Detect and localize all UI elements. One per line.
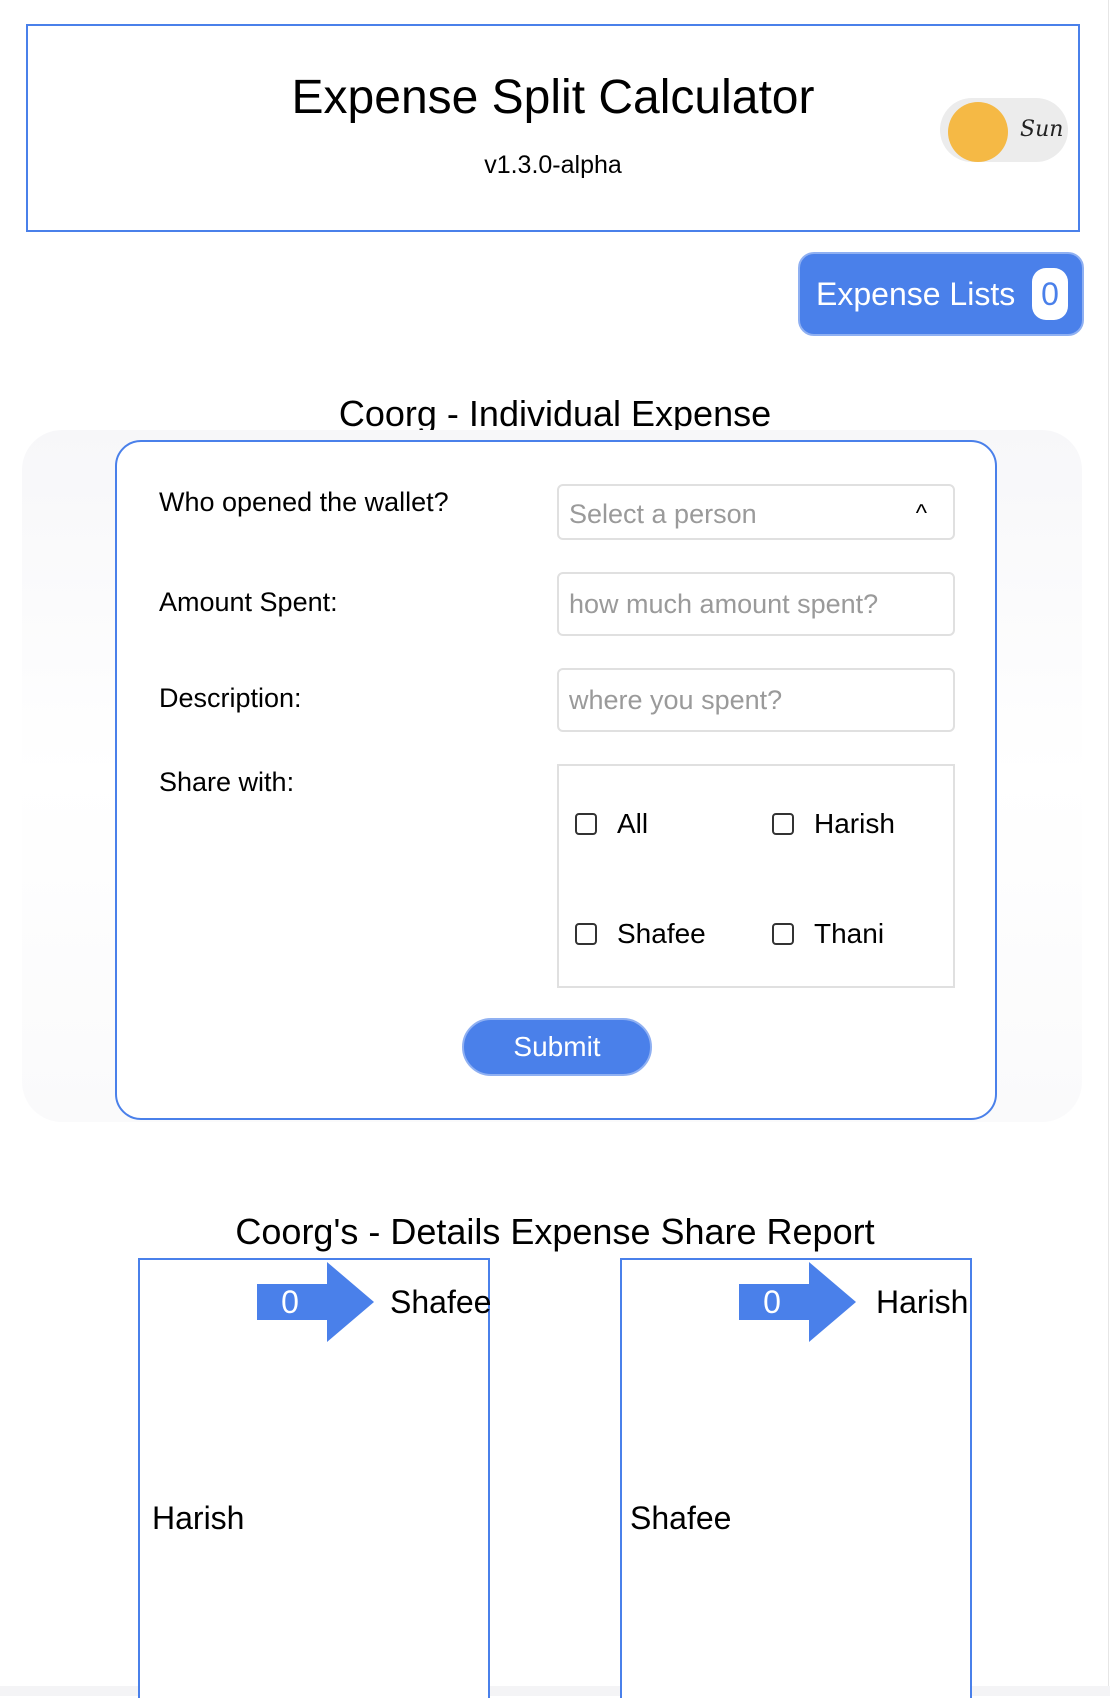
report-amount: 0 [763,1284,781,1320]
report-amount: 0 [281,1284,299,1320]
share-option-label: All [617,808,649,839]
wallet-select[interactable]: Select a person ^ [557,484,955,540]
wallet-select-placeholder: Select a person [569,499,757,529]
sun-icon [948,102,1008,162]
chevron-up-icon: ^ [915,500,927,527]
share-with-group: All Harish Shafee Thani [557,764,955,988]
report-recipient: Harish [876,1284,969,1320]
description-label: Description: [159,683,302,713]
report-payer: Shafee [630,1500,732,1536]
submit-button[interactable]: Submit [462,1018,652,1076]
checkbox-all[interactable] [575,813,597,835]
app-title: Expense Split Calculator [291,71,815,124]
page-edge [1108,0,1109,1696]
share-label: Share with: [159,767,295,797]
report-recipient: Shafee [390,1284,492,1320]
app-version: v1.3.0-alpha [484,151,622,179]
report-title: Coorg's - Details Expense Share Report [235,1211,875,1252]
expense-lists-count-badge: 0 [1032,268,1068,320]
wallet-label: Who opened the wallet? [159,487,449,517]
share-option-label: Harish [814,808,895,839]
checkbox-thani[interactable] [772,923,794,945]
share-option-label: Thani [814,918,885,949]
theme-toggle-label: Sun [1020,117,1064,142]
report-card: 0 Shafee Harish [138,1258,492,1698]
report-payer: Harish [152,1500,245,1536]
app-header: Expense Split Calculator v1.3.0-alpha Su… [26,24,1080,232]
amount-input[interactable] [557,572,955,636]
description-input[interactable] [557,668,955,732]
checkbox-shafee[interactable] [575,923,597,945]
amount-label: Amount Spent: [159,587,338,617]
expense-form: Who opened the wallet? Select a person ^… [115,440,997,1120]
expense-lists-label: Expense Lists [816,276,1016,312]
report-card: 0 Harish Shafee [620,1258,972,1698]
expense-lists-button[interactable]: Expense Lists 0 [798,252,1084,336]
checkbox-harish[interactable] [772,813,794,835]
share-option-label: Shafee [617,918,706,949]
theme-toggle[interactable]: Sun [940,98,1068,162]
